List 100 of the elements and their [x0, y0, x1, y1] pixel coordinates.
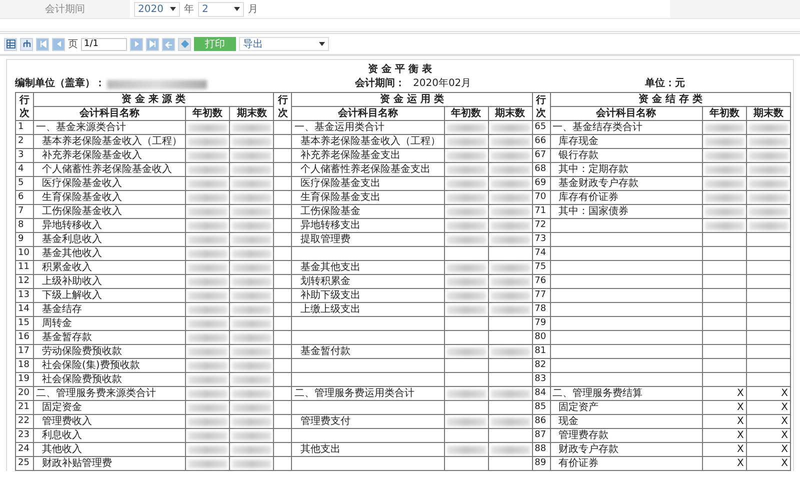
row-number: 73: [532, 232, 550, 246]
row-number: 9: [16, 232, 34, 246]
table-cell: X: [702, 414, 746, 428]
account-name: 管理费存款: [550, 428, 702, 442]
column-header: 期末数: [230, 106, 274, 120]
account-name: 工伤保险基金收入: [34, 204, 186, 218]
year-select[interactable]: 2020: [134, 2, 180, 16]
account-name: 其中：国家债券: [550, 204, 702, 218]
account-name: 生育保险基金收入: [34, 190, 186, 204]
account-name: 一、基金来源类合计: [34, 120, 186, 134]
row-number: 3: [16, 148, 34, 162]
account-name: 利息收入: [34, 428, 186, 442]
account-name: 基本养老保险基金收入（工程）: [292, 134, 444, 148]
period-value: 2020年02月: [413, 78, 472, 90]
table-cell: X: [746, 442, 790, 456]
year-unit: 年: [184, 3, 194, 16]
account-name: 基金利息收入: [34, 232, 186, 246]
section-header: 资 金 来 源 类: [34, 92, 274, 106]
account-name: 其他支出: [292, 442, 444, 456]
account-name: 个人储蓄性养老保险基金收入: [34, 162, 186, 176]
table-cell: X: [702, 456, 746, 470]
row-number: 2: [16, 134, 34, 148]
row-number: 79: [532, 316, 550, 330]
row-number: 8: [16, 218, 34, 232]
row-number: 15: [16, 316, 34, 330]
account-name: 银行存款: [550, 148, 702, 162]
table-cell: X: [746, 428, 790, 442]
row-number: 6: [16, 190, 34, 204]
account-name: 基金暂存款: [34, 330, 186, 344]
field-label: 会计期间: [0, 0, 130, 18]
period-label: 会计期间：: [355, 78, 405, 90]
row-number: 7: [16, 204, 34, 218]
row-number: 89: [532, 456, 550, 470]
row-number: 24: [16, 442, 34, 456]
account-name: 医疗保险基金支出: [292, 176, 444, 190]
table-cell: X: [702, 428, 746, 442]
row-number: 72: [532, 218, 550, 232]
column-header: 行次: [274, 92, 292, 120]
account-name: 管理费支付: [292, 414, 444, 428]
account-name: 个人储蓄性养老保险基金支出: [292, 162, 444, 176]
account-name: 生育保险基金支出: [292, 190, 444, 204]
row-number: 66: [532, 134, 550, 148]
row-number: 4: [16, 162, 34, 176]
column-header: 年初数: [186, 106, 230, 120]
row-number: 25: [16, 456, 34, 470]
row-number: 22: [16, 414, 34, 428]
table-cell: X: [746, 400, 790, 414]
column-header: 年初数: [444, 106, 488, 120]
export-select[interactable]: 导出: [239, 37, 329, 51]
account-name: 医疗保险基金收入: [34, 176, 186, 190]
table-cell: X: [702, 442, 746, 456]
column-header: 行次: [16, 92, 34, 120]
row-number: 11: [16, 260, 34, 274]
row-number: 86: [532, 414, 550, 428]
column-header: 会计科目名称: [550, 106, 702, 120]
column-header: 会计科目名称: [292, 106, 444, 120]
unit-label: 编制单位（盖章）：: [15, 78, 105, 90]
row-number: 5: [16, 176, 34, 190]
account-name: 基金暂付款: [292, 344, 444, 358]
table-cell: X: [746, 386, 790, 400]
row-number: 77: [532, 288, 550, 302]
section-header: 资 金 运 用 类: [292, 92, 532, 106]
row-number: 1: [16, 120, 34, 134]
row-number: 87: [532, 428, 550, 442]
row-number: 88: [532, 442, 550, 456]
account-name: 一、基金运用类合计: [292, 120, 444, 134]
row-number: 74: [532, 246, 550, 260]
account-name: 管理费收入: [34, 414, 186, 428]
account-name: 异地转移收入: [34, 218, 186, 232]
account-name: 其中：定期存款: [550, 162, 702, 176]
column-header: 行次: [532, 92, 550, 120]
account-name: 二、管理服务费结算: [550, 386, 702, 400]
account-name: 财政专户存款: [550, 442, 702, 456]
account-name: 库存有价证券: [550, 190, 702, 204]
row-number: 23: [16, 428, 34, 442]
row-number: 67: [532, 148, 550, 162]
account-name: 上级补助收入: [34, 274, 186, 288]
row-number: 18: [16, 358, 34, 372]
account-name: 基金其他支出: [292, 260, 444, 274]
row-number: 84: [532, 386, 550, 400]
row-number: 83: [532, 372, 550, 386]
account-name: 劳动保险费预收款: [34, 344, 186, 358]
account-name: 固定资产: [550, 400, 702, 414]
account-name: 其他收入: [34, 442, 186, 456]
row-number: 76: [532, 274, 550, 288]
account-name: 补助下级支出: [292, 288, 444, 302]
account-name: 积累金收入: [34, 260, 186, 274]
row-number: 82: [532, 358, 550, 372]
page-input[interactable]: 1/1: [81, 38, 127, 50]
row-number: 17: [16, 344, 34, 358]
account-name: 工伤保险基金: [292, 204, 444, 218]
account-name: 二、管理服务费运用类合计: [292, 386, 444, 400]
account-name: 下级上解收入: [34, 288, 186, 302]
row-number: 69: [532, 176, 550, 190]
account-name: 一、基金结存类合计: [550, 120, 702, 134]
month-select[interactable]: 2: [198, 2, 244, 16]
account-name: 社会保险(集)费预收款: [34, 358, 186, 372]
row-number: 20: [16, 386, 34, 400]
column-header: 期末数: [746, 106, 790, 120]
currency-unit: 单位：元: [645, 78, 686, 90]
